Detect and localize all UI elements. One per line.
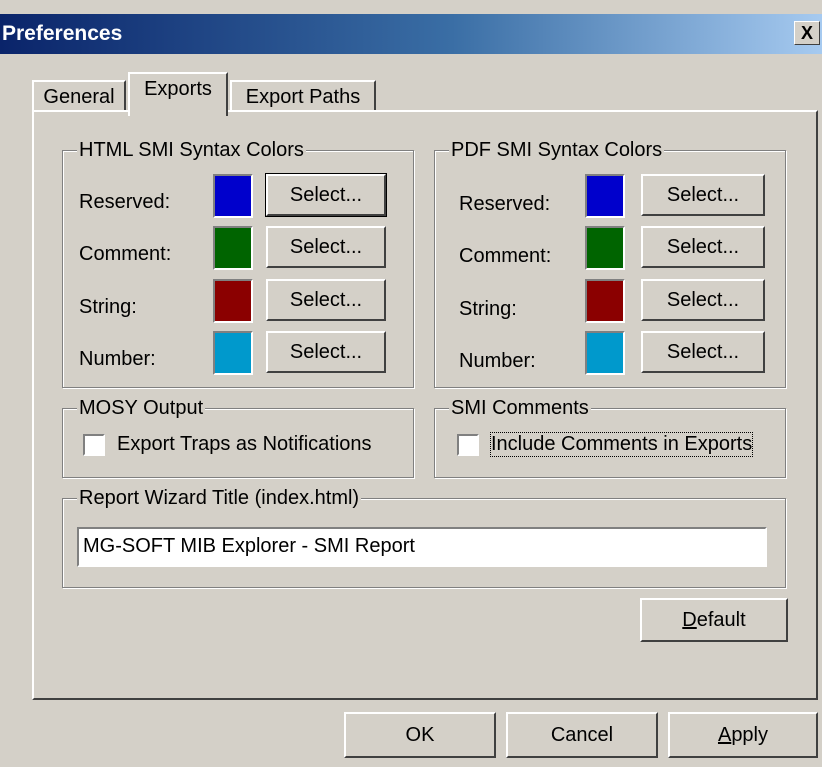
tab-exports[interactable]: Exports: [128, 72, 228, 116]
reserved-label: Reserved:: [79, 191, 171, 213]
pdf-string-select-button[interactable]: Select...: [641, 279, 765, 321]
pdf-reserved-select-button[interactable]: Select...: [641, 174, 765, 216]
reserved-label: Reserved:: [459, 193, 551, 215]
html-number-select-button[interactable]: Select...: [266, 331, 386, 373]
comment-label: Comment:: [79, 243, 172, 265]
number-label: Number:: [79, 348, 156, 370]
include-comments-checkbox[interactable]: [457, 434, 479, 456]
number-color-swatch: [585, 331, 625, 375]
html-syntax-colors-group: HTML SMI Syntax Colors Reserved: Select.…: [62, 139, 414, 388]
reserved-color-swatch: [213, 174, 253, 218]
string-label: String:: [459, 298, 517, 320]
close-icon: X: [800, 23, 813, 43]
tab-general[interactable]: General: [32, 80, 126, 112]
window-title: Preferences: [2, 22, 123, 45]
group-legend: Report Wizard Title (index.html): [77, 487, 362, 510]
html-reserved-select-button[interactable]: Select...: [265, 173, 387, 217]
pdf-syntax-colors-group: PDF SMI Syntax Colors Reserved: Select..…: [434, 139, 786, 388]
number-label: Number:: [459, 350, 536, 372]
report-title-input[interactable]: MG-SOFT MIB Explorer - SMI Report: [77, 527, 767, 567]
comment-label: Comment:: [459, 245, 552, 267]
smi-comments-group: SMI Comments Include Comments in Exports: [434, 397, 786, 478]
group-legend: SMI Comments: [449, 397, 591, 420]
string-color-swatch: [213, 279, 253, 323]
comment-color-swatch: [213, 226, 253, 270]
include-comments-label[interactable]: Include Comments in Exports: [489, 432, 754, 457]
mosy-output-group: MOSY Output Export Traps as Notification…: [62, 397, 414, 478]
export-traps-label[interactable]: Export Traps as Notifications: [117, 433, 372, 456]
export-traps-checkbox[interactable]: [83, 434, 105, 456]
html-string-select-button[interactable]: Select...: [266, 279, 386, 321]
html-comment-select-button[interactable]: Select...: [266, 226, 386, 268]
reserved-color-swatch: [585, 174, 625, 218]
ok-button[interactable]: OK: [344, 712, 496, 758]
string-label: String:: [79, 296, 137, 318]
group-legend: MOSY Output: [77, 397, 206, 420]
close-button[interactable]: X: [794, 21, 820, 45]
comment-color-swatch: [585, 226, 625, 270]
title-bar: Preferences: [0, 14, 822, 54]
exports-panel: HTML SMI Syntax Colors Reserved: Select.…: [32, 110, 818, 700]
report-title-value: MG-SOFT MIB Explorer - SMI Report: [83, 535, 415, 557]
report-wizard-title-group: Report Wizard Title (index.html) MG-SOFT…: [62, 487, 786, 588]
tab-export-paths[interactable]: Export Paths: [230, 80, 376, 112]
apply-button[interactable]: Apply: [668, 712, 818, 758]
pdf-number-select-button[interactable]: Select...: [641, 331, 765, 373]
cancel-button[interactable]: Cancel: [506, 712, 658, 758]
group-legend: PDF SMI Syntax Colors: [449, 139, 665, 162]
group-legend: HTML SMI Syntax Colors: [77, 139, 306, 162]
default-button[interactable]: Default: [640, 598, 788, 642]
pdf-comment-select-button[interactable]: Select...: [641, 226, 765, 268]
number-color-swatch: [213, 331, 253, 375]
string-color-swatch: [585, 279, 625, 323]
